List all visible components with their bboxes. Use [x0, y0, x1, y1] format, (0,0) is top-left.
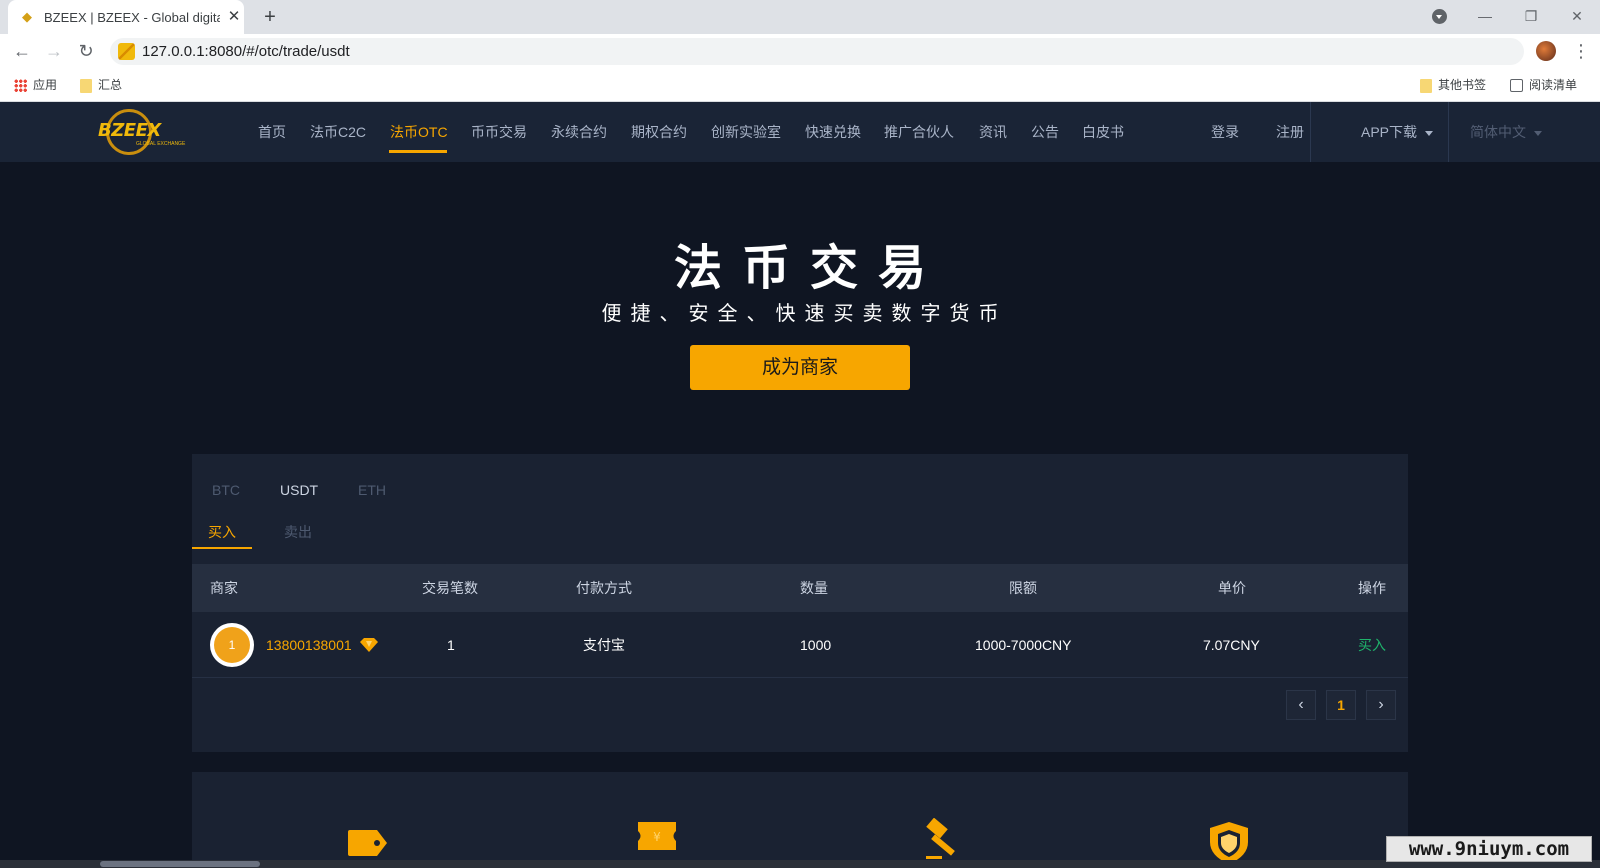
- apps-grid-icon: [14, 79, 27, 93]
- nav-home[interactable]: 首页: [258, 102, 286, 162]
- column-header: 单价: [1218, 580, 1246, 596]
- watermark: www.9niuym.com: [1386, 836, 1592, 862]
- side-tab-indicator: [192, 547, 252, 549]
- bookmark-other[interactable]: 其他书签: [1420, 76, 1486, 94]
- hero-subtitle: 便捷、安全、快速买卖数字货币: [601, 303, 1008, 325]
- folder-icon: [80, 78, 92, 93]
- browser-menu-icon[interactable]: ⋮: [1572, 40, 1590, 62]
- column-header: 商家: [210, 580, 238, 596]
- merchant-avatar[interactable]: 1: [210, 623, 254, 667]
- header-divider: [1448, 102, 1449, 162]
- site-header: BZEEX GLOBAL EXCHANGE 首页 法币C2C 法币OTC 币币交…: [0, 102, 1600, 162]
- quantity: 1000: [800, 637, 832, 653]
- browser-toolbar: ← → ↻ 127.0.0.1:8080/#/otc/trade/usdt ⋮: [0, 34, 1600, 68]
- diamond-badge-icon: [360, 638, 378, 652]
- table-row: 1 13800138001 1 支付宝 1000 1000-7000CNY 7.…: [192, 612, 1408, 678]
- next-page-button[interactable]: ›: [1366, 690, 1396, 720]
- ticket-yuan-icon: ¥: [638, 822, 676, 850]
- bookmark-apps-label: 应用: [33, 78, 58, 92]
- coin-tab-btc[interactable]: BTC: [212, 482, 240, 498]
- reading-list-label: 阅读清单: [1529, 78, 1578, 92]
- language-label: 简体中文: [1470, 124, 1526, 140]
- svg-text:¥: ¥: [653, 830, 661, 844]
- bookmark-folder-label: 汇总: [98, 78, 123, 92]
- side-tab-buy[interactable]: 买入: [208, 522, 236, 542]
- window-close-icon[interactable]: ✕: [1562, 4, 1592, 28]
- app-download-label: APP下载: [1361, 124, 1418, 140]
- nav-announcements[interactable]: 公告: [1031, 102, 1059, 162]
- nav-fiat-otc[interactable]: 法币OTC: [390, 102, 448, 162]
- nav-spot-trading[interactable]: 币币交易: [471, 102, 527, 162]
- bookmark-reading-list[interactable]: 阅读清单: [1510, 76, 1577, 94]
- scrollbar-thumb[interactable]: [100, 861, 260, 867]
- tab-title: BZEEX | BZEEX - Global digital: [44, 10, 220, 25]
- horizontal-scrollbar[interactable]: [0, 860, 1600, 868]
- prev-page-button[interactable]: ‹: [1286, 690, 1316, 720]
- nav-innovation-lab[interactable]: 创新实验室: [711, 102, 781, 162]
- bzeex-logo[interactable]: BZEEX GLOBAL EXCHANGE: [98, 109, 194, 155]
- app-download-menu[interactable]: APP下载: [1361, 102, 1434, 162]
- bookmarks-bar: 应用 汇总 其他书签 阅读清单: [0, 68, 1600, 102]
- site-info-icon[interactable]: [118, 43, 135, 60]
- column-header: 操作: [1358, 580, 1386, 596]
- reading-list-icon: [1510, 79, 1523, 93]
- avatar-initial: 1: [214, 627, 250, 663]
- reload-icon[interactable]: ↻: [73, 39, 99, 63]
- register-link[interactable]: 注册: [1276, 102, 1304, 162]
- language-select[interactable]: 简体中文: [1470, 102, 1542, 162]
- become-merchant-button[interactable]: 成为商家: [690, 345, 910, 390]
- url-text[interactable]: 127.0.0.1:8080/#/otc/trade/usdt: [142, 43, 350, 60]
- nav-fiat-c2c[interactable]: 法币C2C: [310, 102, 366, 162]
- chevron-down-icon: [1534, 130, 1542, 136]
- otc-trade-panel: BTC USDT ETH 买入 卖出 商家 交易笔数 付款方式 数量 限额 单价…: [192, 454, 1408, 752]
- forward-arrow-icon[interactable]: →: [41, 39, 67, 63]
- chevron-down-icon: [1425, 130, 1434, 136]
- address-bar[interactable]: 127.0.0.1:8080/#/otc/trade/usdt: [110, 38, 1524, 65]
- login-link[interactable]: 登录: [1211, 102, 1239, 162]
- nav-whitepaper[interactable]: 白皮书: [1082, 102, 1124, 162]
- folder-icon: [1420, 78, 1432, 93]
- column-header: 付款方式: [576, 580, 632, 596]
- column-header: 限额: [1009, 580, 1037, 596]
- close-tab-icon[interactable]: ✕: [226, 8, 242, 26]
- coin-tab-eth[interactable]: ETH: [358, 482, 386, 498]
- browser-tab-strip: ◆ BZEEX | BZEEX - Global digital ✕ + — ❐…: [0, 0, 1600, 34]
- browser-tab[interactable]: ◆ BZEEX | BZEEX - Global digital ✕: [8, 0, 244, 34]
- table-header: 商家 交易笔数 付款方式 数量 限额 单价 操作: [192, 564, 1408, 612]
- gavel-icon: [926, 818, 955, 859]
- side-tab-sell[interactable]: 卖出: [284, 522, 312, 542]
- trade-count: 1: [447, 637, 455, 653]
- bookmark-apps[interactable]: 应用: [14, 76, 57, 94]
- active-nav-indicator: [389, 150, 447, 153]
- limit-range: 1000-7000CNY: [975, 637, 1072, 653]
- nav-options[interactable]: 期权合约: [631, 102, 687, 162]
- unit-price: 7.07CNY: [1203, 637, 1260, 653]
- price-tag-icon: [348, 830, 387, 856]
- restore-icon[interactable]: ❐: [1516, 4, 1546, 28]
- page-1-button[interactable]: 1: [1326, 690, 1356, 720]
- new-tab-icon[interactable]: +: [258, 5, 282, 29]
- hero-title: 法币交易: [673, 242, 946, 295]
- bookmark-other-label: 其他书签: [1438, 78, 1487, 92]
- minimize-icon[interactable]: —: [1470, 4, 1500, 28]
- coin-tab-usdt[interactable]: USDT: [280, 482, 318, 498]
- bookmark-folder[interactable]: 汇总: [80, 76, 122, 94]
- nav-perpetual[interactable]: 永续合约: [551, 102, 607, 162]
- tab-search-icon[interactable]: [1432, 9, 1447, 24]
- column-header: 交易笔数: [422, 580, 478, 596]
- payment-method: 支付宝: [583, 637, 625, 653]
- merchant-name[interactable]: 13800138001: [266, 612, 352, 678]
- nav-news[interactable]: 资讯: [979, 102, 1007, 162]
- feature-strip: ¥: [192, 772, 1408, 868]
- back-arrow-icon[interactable]: ←: [9, 39, 35, 63]
- header-divider: [1310, 102, 1311, 162]
- buy-action-link[interactable]: 买入: [1358, 612, 1386, 678]
- profile-avatar-icon[interactable]: [1536, 41, 1556, 61]
- column-header: 数量: [800, 580, 828, 596]
- nav-partner[interactable]: 推广合伙人: [884, 102, 954, 162]
- logo-subtext: GLOBAL EXCHANGE: [136, 141, 186, 147]
- logo-text: BZEEX: [98, 120, 161, 141]
- nav-quick-exchange[interactable]: 快速兑换: [805, 102, 861, 162]
- site-favicon-icon: ◆: [22, 9, 32, 24]
